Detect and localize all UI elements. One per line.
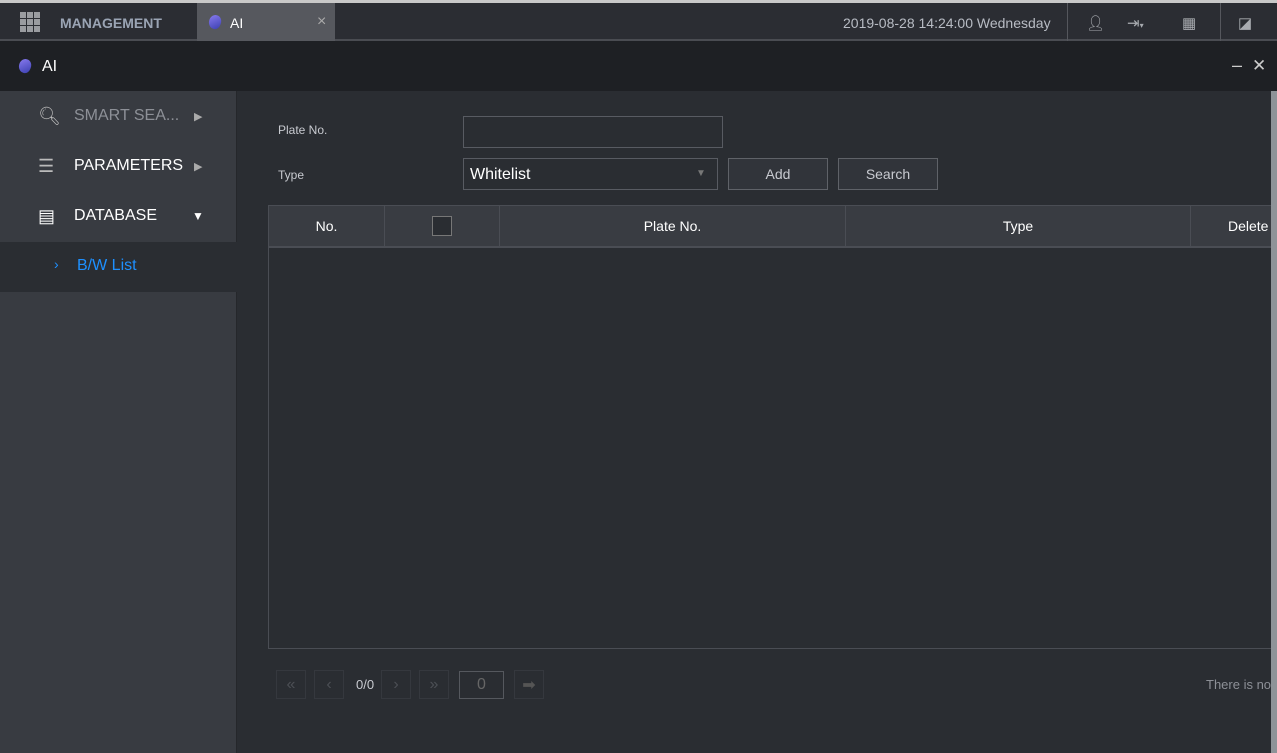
ai-icon <box>206 13 224 31</box>
page-indicator: 0/0 <box>356 677 375 692</box>
divider <box>1220 3 1221 41</box>
window-title-bar: AI – ✕ <box>0 41 1277 91</box>
close-button[interactable]: ✕ <box>1252 56 1266 76</box>
pager-status: There is no <box>1206 677 1272 692</box>
sidebar-sub-label: B/W List <box>77 257 137 274</box>
goto-page-input[interactable]: 0 <box>459 671 504 699</box>
list-icon: ☰ <box>38 155 55 176</box>
chevron-right-icon: › <box>54 256 59 272</box>
next-page-button[interactable]: › <box>381 670 411 699</box>
sidebar-item-label: SMART SEA... <box>74 107 180 124</box>
chevron-down-icon: ▼ <box>192 209 204 223</box>
prev-page-button[interactable]: ‹ <box>314 670 344 699</box>
sidebar-item-database[interactable]: ▤ DATABASE ▼ <box>0 191 237 241</box>
plate-no-input[interactable] <box>463 116 723 148</box>
divider <box>1067 3 1068 41</box>
table-header: No. Plate No. Type Delete <box>269 206 1277 248</box>
column-delete: Delete <box>1228 218 1269 234</box>
plate-no-label: Plate No. <box>278 123 328 137</box>
database-icon: ▤ <box>38 205 56 226</box>
management-tab[interactable]: MANAGEMENT <box>0 3 196 41</box>
smart-search-icon: 🔍︎ <box>38 105 61 126</box>
search-button[interactable]: Search <box>838 158 938 190</box>
first-page-button[interactable]: « <box>276 670 306 699</box>
column-select <box>385 206 500 246</box>
ai-icon <box>16 57 34 75</box>
datetime: 2019-08-28 14:24:00 Wednesday <box>843 15 1051 31</box>
sidebar-item-parameters[interactable]: ☰ PARAMETERS ▶ <box>0 141 237 191</box>
management-label: MANAGEMENT <box>60 15 162 31</box>
sidebar-item-label: DATABASE <box>74 207 157 224</box>
add-button[interactable]: Add <box>728 158 828 190</box>
column-type: Type <box>846 206 1191 246</box>
tab-ai[interactable]: AI × <box>197 3 335 41</box>
column-no: No. <box>269 206 385 246</box>
sidebar-item-bw-list[interactable]: › B/W List <box>0 242 237 292</box>
sidebar-item-label: PARAMETERS <box>74 157 184 174</box>
type-select-value: Whitelist <box>470 166 531 183</box>
select-all-checkbox[interactable] <box>432 216 452 236</box>
top-bar: MANAGEMENT AI × 2019-08-28 14:24:00 Wedn… <box>0 0 1277 41</box>
last-page-button[interactable]: » <box>419 670 449 699</box>
sidebar-item-smart-search[interactable]: 🔍︎ SMART SEA... ▶ <box>0 91 237 141</box>
chevron-right-icon: ▶ <box>194 160 203 173</box>
logout-icon[interactable]: ⇥▾ <box>1127 14 1144 32</box>
tab-close-icon[interactable]: × <box>317 13 326 31</box>
display-icon[interactable]: ◪ <box>1238 14 1252 32</box>
tab-ai-label: AI <box>230 15 244 31</box>
type-label: Type <box>278 168 305 182</box>
column-plate-no: Plate No. <box>500 206 846 246</box>
window-title: AI <box>42 58 58 75</box>
type-select[interactable]: Whitelist ▼ <box>463 158 718 190</box>
sidebar: 🔍︎ SMART SEA... ▶ ☰ PARAMETERS ▶ ▤ DATAB… <box>0 91 237 753</box>
chevron-right-icon: ▶ <box>194 110 203 123</box>
chevron-down-icon: ▼ <box>696 168 706 179</box>
scrollbar[interactable] <box>1271 91 1277 753</box>
minimize-button[interactable]: – <box>1232 55 1242 76</box>
bw-list-table: No. Plate No. Type Delete <box>268 205 1277 649</box>
goto-page-button[interactable]: ➡ <box>514 670 544 699</box>
user-icon[interactable]: 👤︎ <box>1086 14 1105 32</box>
app-grid-icon <box>20 12 40 32</box>
qr-code-icon[interactable]: ▦ <box>1182 14 1196 32</box>
